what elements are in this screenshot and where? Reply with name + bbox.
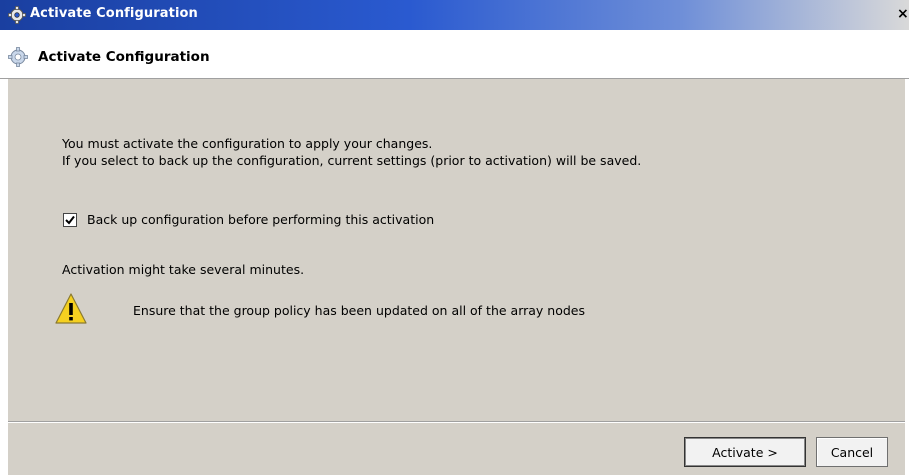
close-button[interactable]: × <box>897 6 909 22</box>
warning-text: Ensure that the group policy has been up… <box>133 303 585 318</box>
title-bar: Activate Configuration × <box>0 0 909 30</box>
wizard-body: You must activate the configuration to a… <box>8 79 905 475</box>
activate-configuration-window: Activate Configuration × Activate Config… <box>0 0 909 475</box>
warning-icon <box>55 293 87 324</box>
checkmark-icon <box>65 215 75 225</box>
footer-divider <box>8 421 905 423</box>
cancel-button[interactable]: Cancel <box>816 437 888 467</box>
info-message-line1: You must activate the configuration to a… <box>62 136 433 151</box>
backup-checkbox-label[interactable]: Back up configuration before performing … <box>87 212 434 227</box>
backup-checkbox[interactable] <box>63 213 77 227</box>
gear-icon <box>8 47 28 67</box>
window-title: Activate Configuration <box>30 6 198 21</box>
activate-button[interactable]: Activate > <box>684 437 806 467</box>
page-title: Activate Configuration <box>38 49 210 65</box>
activation-note: Activation might take several minutes. <box>62 262 305 277</box>
wizard-header: Activate Configuration <box>0 30 909 79</box>
gear-icon <box>8 6 26 24</box>
info-message-line2: If you select to back up the configurati… <box>62 153 642 168</box>
